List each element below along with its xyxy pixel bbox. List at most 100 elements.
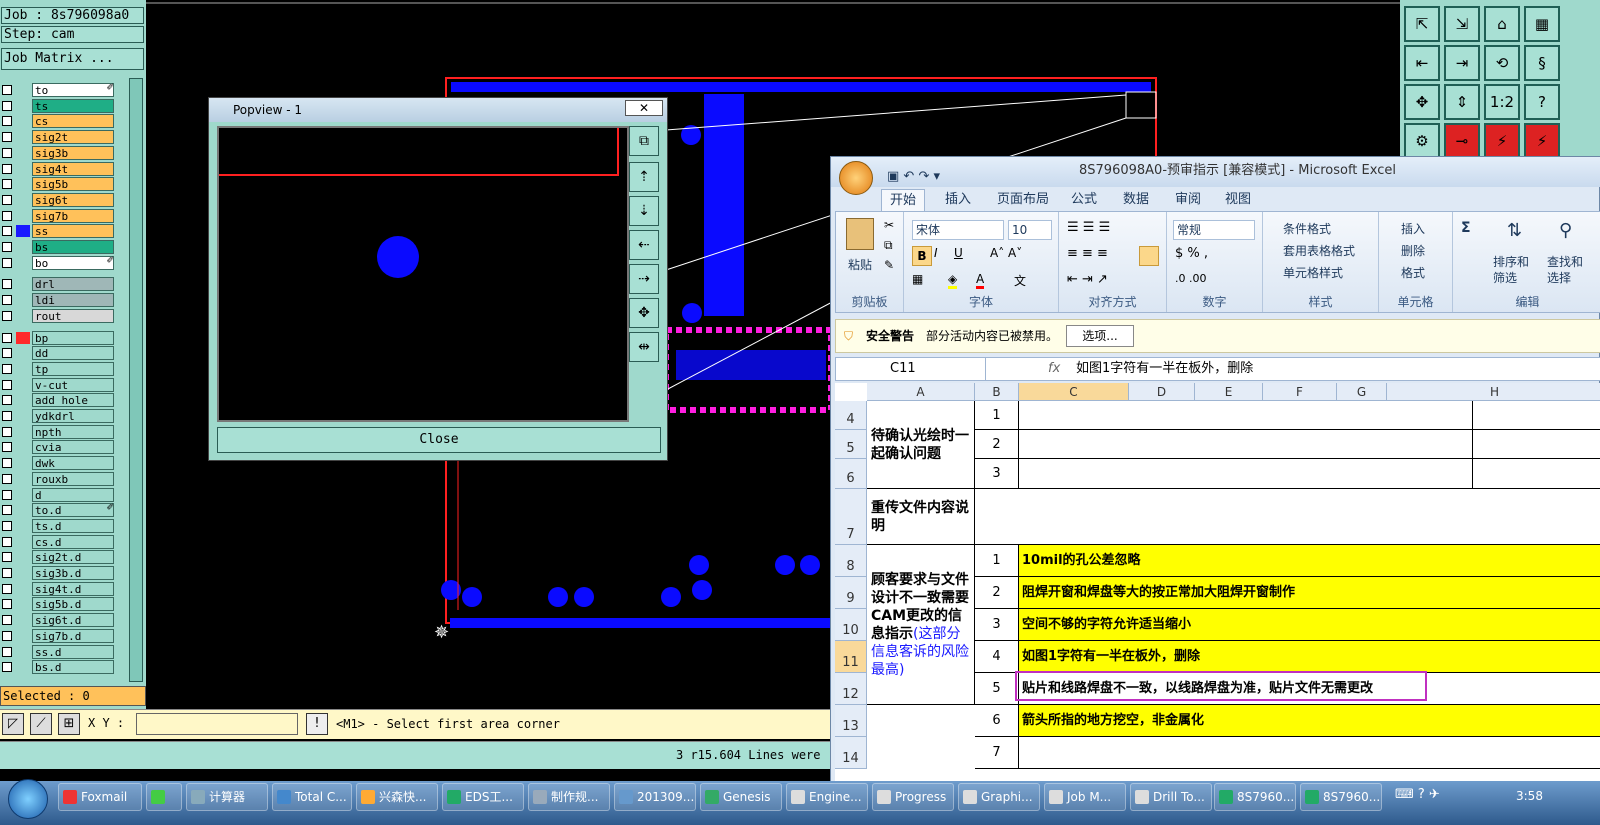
italic-button[interactable]: I [934,246,938,260]
empty-cell[interactable] [1473,401,1600,430]
item-text-cell[interactable] [1019,430,1473,459]
item-number[interactable]: 6 [975,705,1019,737]
toolbar-button-icon[interactable]: ▦ [1524,6,1560,42]
office-button[interactable] [839,161,873,195]
ribbon-tab[interactable]: 视图 [1225,189,1251,211]
job-matrix-button[interactable]: Job Matrix ... [1,48,144,70]
category-cell[interactable]: 待确认光绘时一起确认问题 [867,401,975,489]
delete-cells-button[interactable]: 删除 [1401,242,1425,259]
item-text-cell[interactable]: 贴片和线路焊盘不一致，以线路焊盘为准，贴片文件无需更改 [1019,673,1600,705]
toolbar-button-icon[interactable]: ⚡ [1524,123,1560,159]
layer-checkbox[interactable] [2,568,12,578]
row-header[interactable]: 10 [835,609,867,641]
item-number[interactable]: 2 [975,430,1019,459]
layer-row[interactable]: d [0,487,118,503]
layer-row[interactable]: v-cut [0,377,118,393]
taskbar-button[interactable]: Drill To... [1130,783,1212,811]
format-painter-icon[interactable]: ✎ [884,258,894,272]
formula-input[interactable]: 如图1字符有一半在板外，删除 [1076,358,1253,380]
row-header[interactable]: 12 [835,673,867,705]
layer-checkbox[interactable] [2,226,12,237]
conditional-format-button[interactable]: 条件格式 [1283,220,1331,237]
item-number[interactable]: 1 [975,545,1019,577]
start-button[interactable] [8,779,48,819]
layer-checkbox[interactable] [2,194,12,205]
layer-checkbox[interactable] [2,310,12,321]
format-cells-button[interactable]: 格式 [1401,264,1425,281]
layer-row[interactable]: cs [0,113,118,129]
layer-row[interactable]: ts [0,98,118,114]
layer-row[interactable]: ts.d [0,518,118,534]
row-header[interactable]: 13 [835,705,867,737]
borders-icon[interactable]: ▦ [912,272,923,286]
row-header[interactable]: 5 [835,430,867,459]
taskbar-button[interactable]: Engine... [786,783,868,811]
layer-checkbox[interactable] [2,520,12,531]
excel-titlebar[interactable]: ▣ ↶ ↷ ▾ 8S796098A0-预审指示 [兼容模式] - Microso… [831,157,1600,195]
font-size-select[interactable]: 10 [1008,220,1052,240]
layer-row[interactable]: bo ✐ [0,255,118,271]
layer-checkbox[interactable] [2,630,12,641]
table-format-button[interactable]: 套用表格格式 [1283,242,1355,259]
snap-icon[interactable]: ⟋ [30,713,52,735]
toolbar-button-icon[interactable]: ⇲ [1444,6,1480,42]
layer-checkbox[interactable] [2,395,12,406]
ribbon-tab[interactable]: 开始 [881,189,926,211]
row-header[interactable]: 6 [835,459,867,489]
layer-row[interactable]: sig4t.d [0,581,118,597]
merge-icon[interactable] [1139,246,1159,266]
item-text-cell[interactable] [1019,459,1473,489]
taskbar-button[interactable]: Genesis [700,783,782,811]
layer-row[interactable]: sig2t.d [0,549,118,565]
layer-row[interactable]: sig6t.d [0,612,118,628]
quick-save-icon[interactable]: ▣ ↶ ↷ ▾ [887,163,940,191]
column-header[interactable]: G [1337,383,1387,401]
layer-row[interactable]: tp [0,361,118,377]
layer-checkbox[interactable] [2,210,12,221]
column-header[interactable]: H [1387,383,1600,401]
empty-cell[interactable] [1473,459,1600,489]
paste-label[interactable]: 粘贴 [848,256,872,273]
row-header[interactable]: 9 [835,577,867,609]
layer-row[interactable]: drl [0,276,118,292]
item-text-cell[interactable]: 箭头所指的地方挖空，非金属化 [1019,705,1600,737]
autosum-icon[interactable]: Σ [1461,220,1471,236]
pan-up-icon[interactable]: ⇡ [629,162,659,192]
taskbar-button[interactable]: 制作规... [528,783,610,811]
layer-checkbox[interactable] [2,411,12,421]
toolbar-button-icon[interactable]: ⚙ [1404,123,1440,159]
taskbar-button[interactable] [146,783,182,811]
fill-color-icon[interactable]: ◈ [948,272,958,289]
taskbar-button[interactable]: Graphi... [958,783,1040,811]
layer-row[interactable]: sig5b.d [0,596,118,612]
insert-cells-button[interactable]: 插入 [1401,220,1425,237]
layer-checkbox[interactable] [2,442,12,453]
layer-row[interactable]: bp [0,330,118,346]
layer-row[interactable]: sig3b.d [0,565,118,581]
toolbar-button-icon[interactable]: ⌂ [1484,6,1520,42]
fx-icon[interactable]: fx [1048,358,1060,380]
layer-row[interactable]: cs.d [0,534,118,550]
popview-close-button[interactable]: Close [217,427,661,453]
item-text-cell[interactable] [1019,401,1473,430]
layer-checkbox[interactable] [2,100,12,111]
pan-left-icon[interactable]: ⇠ [629,230,659,260]
taskbar-button[interactable]: 201309... [614,783,696,811]
layer-checkbox[interactable] [2,295,12,306]
taskbar-button[interactable]: Total C... [272,783,352,811]
pan-down-icon[interactable]: ⇣ [629,196,659,226]
layer-checkbox[interactable] [2,348,12,359]
layer-row[interactable]: cvia [0,439,118,455]
layer-checkbox[interactable] [2,179,12,190]
layer-checkbox[interactable] [2,489,12,500]
layer-row[interactable]: sig2t [0,129,118,145]
pan-right-icon[interactable]: ⇢ [629,264,659,294]
layer-checkbox[interactable] [2,552,12,563]
font-color-icon[interactable]: A [976,272,985,289]
align-top-icon[interactable]: ☰ ☰ ☰ [1067,220,1110,235]
layer-checkbox[interactable] [2,536,12,547]
warning-icon[interactable]: ! [306,713,328,735]
layer-row[interactable]: sig7b.d [0,628,118,644]
layer-row[interactable]: ss [0,223,118,239]
item-text-cell[interactable]: 空间不够的字符允许适当缩小 [1019,609,1600,641]
